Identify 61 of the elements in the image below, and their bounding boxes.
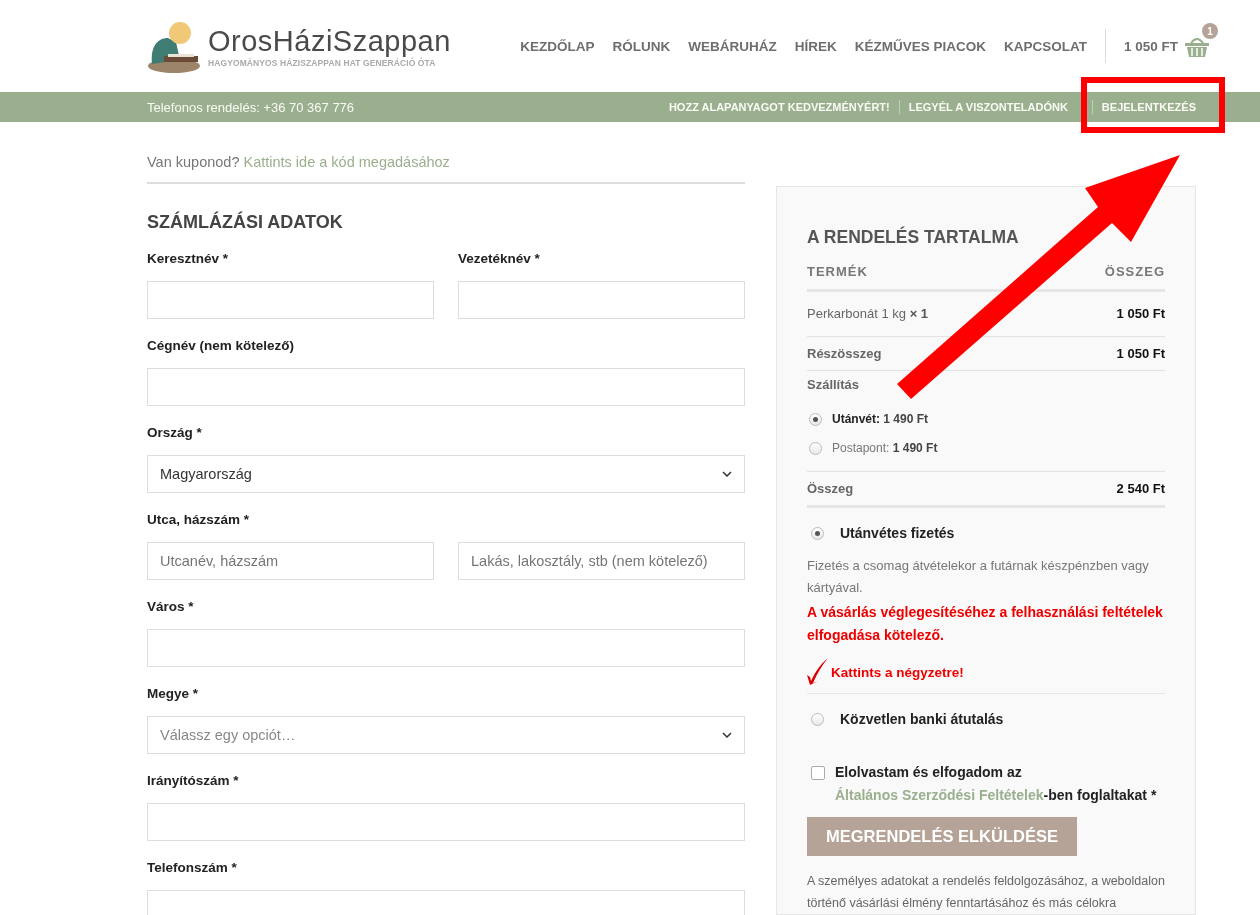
select-field[interactable]: Magyarország — [147, 455, 745, 493]
cart-total[interactable]: 1 050 FT — [1123, 38, 1178, 54]
shipping-price: 1 490 Ft — [883, 412, 929, 426]
field-label: Cégnév (nem kötelező) — [147, 338, 296, 355]
nav-link[interactable]: RÓLUNK — [612, 38, 671, 54]
checkbox[interactable] — [811, 766, 825, 780]
radio-button[interactable] — [811, 712, 824, 726]
section-heading: SZÁMLÁZÁSI ADATOK — [147, 212, 344, 233]
field-label: Város * — [147, 599, 195, 616]
payment-method-label[interactable]: Közvetlen banki átutalás — [840, 711, 1004, 727]
logo-tagline: HAGYOMÁNYOS HÁZISZAPPAN HAT GENERÁCIÓ ÓTA — [208, 58, 436, 68]
shipping-option-label[interactable]: Utánvét: — [832, 412, 880, 426]
radio-button[interactable] — [809, 441, 822, 455]
payment-description: Fizetés a csomag átvételekor a futárnak készpénzben vagy kártyával. — [807, 557, 1150, 597]
coupon-text: Van kuponod? Kattints ide a kód megadásához — [147, 154, 745, 184]
column-header: ÖSSZEG — [1104, 264, 1165, 279]
warning-text: A vásárlás véglegesítéséhez a felhasználási feltételek elfogadása kötelező. — [807, 603, 1164, 645]
column-header: TERMÉK — [807, 264, 868, 279]
input-field[interactable] — [147, 629, 745, 667]
panel-heading: A RENDELÉS TARTALMA — [807, 227, 1020, 248]
phone-text: Telefonos rendelés: +36 70 367 776 — [147, 99, 355, 115]
radio-button[interactable] — [811, 526, 824, 540]
subtotal-value: 1 050 Ft — [1116, 346, 1165, 361]
nav-link[interactable]: HÍREK — [794, 38, 837, 54]
select-field[interactable]: Válassz egy opciót… — [147, 716, 745, 754]
product-name: Perkarbonát 1 kg — [807, 306, 906, 321]
shipping-price: 1 490 Ft — [892, 441, 938, 455]
product-total: 1 050 Ft — [1116, 306, 1165, 321]
field-label: Keresztnév * — [147, 251, 230, 268]
field-label: Megye * — [147, 686, 200, 703]
input-field[interactable]: Lakás, lakosztály, stb (nem kötelező) — [458, 542, 745, 580]
shipping-option-label[interactable]: Postapont: — [832, 441, 890, 455]
nav-link[interactable]: KEZDŐLAP — [520, 38, 595, 54]
nav-link[interactable]: KAPCSOLAT — [1003, 38, 1087, 54]
shipping-label: Szállítás — [807, 377, 860, 392]
input-field[interactable]: Utcanév, házszám — [147, 542, 434, 580]
total-value: 2 540 Ft — [1116, 481, 1165, 496]
radio-button[interactable] — [809, 412, 822, 426]
total-label: Összeg — [807, 481, 854, 496]
input-field[interactable] — [147, 281, 434, 319]
input-field[interactable] — [458, 281, 745, 319]
chevron-down-icon — [722, 732, 732, 738]
field-label: Irányítószám * — [147, 773, 240, 790]
field-label: Telefonszám * — [147, 860, 238, 877]
terms-text: Elolvastam és elfogadom az Általános Szerződési Feltételek-ben foglaltakat * — [835, 763, 1158, 805]
chevron-down-icon — [722, 471, 732, 477]
nav-link[interactable]: KÉZMŰVES PIACOK — [854, 38, 986, 54]
nav-link[interactable]: WEBÁRUHÁZ — [688, 38, 777, 54]
privacy-text: A személyes adatokat a rendelés feldolgozásához, a weboldalon történő vásárlási élmény fenntartásához és más célokra — [807, 873, 1165, 912]
field-label: Utca, házszám * — [147, 512, 251, 529]
field-label: Ország * — [147, 425, 203, 442]
logo-text[interactable]: OrosHáziSzappan — [208, 24, 451, 58]
payment-method-label[interactable]: Utánvétes fizetés — [840, 525, 955, 541]
checkmark-icon — [807, 657, 829, 687]
field-label: Vezetéknév * — [458, 251, 541, 268]
input-field[interactable] — [147, 368, 745, 406]
input-field[interactable] — [147, 803, 745, 841]
subtotal-label: Részösszeg — [807, 346, 882, 361]
hint-text: Kattints a négyzetre! — [831, 664, 964, 680]
product-quantity: × 1 — [909, 306, 929, 321]
cart-count-badge: 1 — [1202, 23, 1218, 39]
